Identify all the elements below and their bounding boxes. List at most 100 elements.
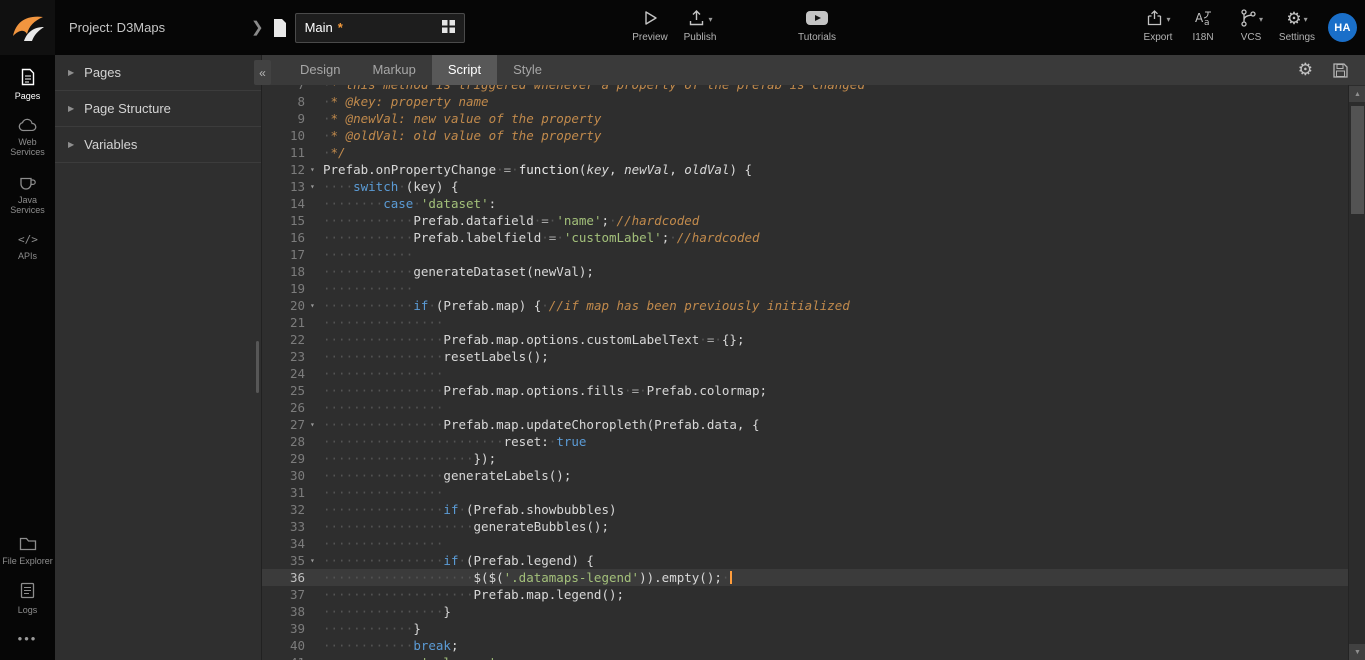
settings-button[interactable]: ⚙ ▾ Settings bbox=[1272, 8, 1322, 43]
code-line[interactable]: 28························reset:·true bbox=[262, 433, 1348, 450]
code-text: ················ bbox=[323, 535, 1348, 552]
code-editor-lines[interactable]: 7·* this method is triggered whenever a … bbox=[262, 85, 1348, 660]
scroll-up-button[interactable]: ▲ bbox=[1349, 86, 1365, 102]
gutter-spacer bbox=[308, 399, 323, 416]
code-line[interactable]: 10·* @oldVal: old value of the property bbox=[262, 127, 1348, 144]
code-line[interactable]: 16············Prefab.labelfield·=·'custo… bbox=[262, 229, 1348, 246]
code-line[interactable]: 33····················generateBubbles(); bbox=[262, 518, 1348, 535]
tab-script[interactable]: Script bbox=[432, 55, 497, 85]
code-line[interactable]: 8·* @key: property name bbox=[262, 93, 1348, 110]
code-line[interactable]: 22················Prefab.map.options.cus… bbox=[262, 331, 1348, 348]
code-text: ················resetLabels(); bbox=[323, 348, 1348, 365]
code-line[interactable]: 31················ bbox=[262, 484, 1348, 501]
rail-label: File Explorer bbox=[2, 556, 53, 566]
code-line[interactable]: 17············ bbox=[262, 246, 1348, 263]
youtube-icon bbox=[805, 9, 829, 30]
web-services-icon bbox=[18, 118, 38, 134]
i18n-button[interactable]: A a I18N bbox=[1182, 8, 1224, 43]
gutter-spacer bbox=[308, 93, 323, 110]
rail-label: APIs bbox=[18, 251, 37, 261]
export-button[interactable]: ▾ Export bbox=[1132, 8, 1184, 43]
code-line[interactable]: 15············Prefab.datafield·=·'name';… bbox=[262, 212, 1348, 229]
save-icon bbox=[1332, 62, 1349, 79]
sidebar-item-file-explorer[interactable]: File Explorer bbox=[0, 529, 55, 575]
editor-settings-button[interactable]: ⚙ bbox=[1298, 55, 1313, 85]
tab-design[interactable]: Design bbox=[284, 55, 356, 85]
tutorials-label: Tutorials bbox=[798, 32, 836, 43]
code-line[interactable]: 18············generateDataset(newVal); bbox=[262, 263, 1348, 280]
scrollbar-thumb[interactable] bbox=[1351, 106, 1364, 214]
code-text: ············Prefab.labelfield·=·'customL… bbox=[323, 229, 1348, 246]
code-text: ················ bbox=[323, 365, 1348, 382]
page-document-icon[interactable] bbox=[272, 18, 288, 38]
tab-style[interactable]: Style bbox=[497, 55, 558, 85]
fold-marker-icon[interactable]: ▾ bbox=[308, 416, 323, 433]
avatar[interactable]: HA bbox=[1328, 13, 1357, 42]
gutter-spacer bbox=[308, 467, 323, 484]
code-line[interactable]: 19············ bbox=[262, 280, 1348, 297]
more-dots-icon[interactable]: ••• bbox=[0, 623, 55, 660]
fold-marker-icon[interactable]: ▾ bbox=[308, 552, 323, 569]
code-line[interactable]: 38················} bbox=[262, 603, 1348, 620]
wavemaker-logo-icon bbox=[10, 12, 46, 44]
code-line[interactable]: 14········case·'dataset': bbox=[262, 195, 1348, 212]
code-line[interactable]: 23················resetLabels(); bbox=[262, 348, 1348, 365]
panel-section-pages[interactable]: ▶ Pages « bbox=[55, 55, 261, 91]
code-line[interactable]: 7·* this method is triggered whenever a … bbox=[262, 85, 1348, 93]
sidebar-item-pages[interactable]: Pages bbox=[0, 60, 55, 110]
vcs-button[interactable]: ▾ VCS bbox=[1226, 8, 1276, 43]
preview-button[interactable]: Preview bbox=[622, 8, 678, 43]
fold-marker-icon[interactable]: ▾ bbox=[308, 297, 323, 314]
code-line[interactable]: 34 ················ bbox=[262, 535, 1348, 552]
code-line[interactable]: 29····················}); bbox=[262, 450, 1348, 467]
code-line[interactable]: 37····················Prefab.map.legend(… bbox=[262, 586, 1348, 603]
project-label: Project: D3Maps bbox=[55, 0, 251, 55]
sidebar-item-apis[interactable]: </> APIs bbox=[0, 224, 55, 270]
page-tab-main[interactable]: Main * bbox=[295, 13, 465, 43]
rail-label: Pages bbox=[15, 91, 41, 101]
code-line[interactable]: 35▾················if·(Prefab.legend) { bbox=[262, 552, 1348, 569]
line-number: 34 bbox=[262, 535, 308, 552]
publish-button[interactable]: ▾ Publish bbox=[672, 8, 728, 43]
code-line[interactable]: 24················ bbox=[262, 365, 1348, 382]
line-number: 19 bbox=[262, 280, 308, 297]
code-line[interactable]: 21················ bbox=[262, 314, 1348, 331]
code-line[interactable]: 25················Prefab.map.options.fil… bbox=[262, 382, 1348, 399]
code-text: ····················Prefab.map.legend(); bbox=[323, 586, 1348, 603]
collapse-panel-button[interactable]: « bbox=[254, 60, 271, 85]
line-number: 15 bbox=[262, 212, 308, 229]
sidebar-item-logs[interactable]: Logs bbox=[0, 574, 55, 623]
panel-scrollbar-thumb[interactable] bbox=[256, 341, 259, 393]
sidebar-item-web-services[interactable]: Web Services bbox=[0, 110, 55, 166]
code-line[interactable]: 26················ bbox=[262, 399, 1348, 416]
line-number: 9 bbox=[262, 110, 308, 127]
panel-section-page-structure[interactable]: ▶ Page Structure bbox=[55, 91, 261, 127]
pages-grid-icon[interactable] bbox=[442, 20, 455, 36]
wavemaker-logo[interactable] bbox=[0, 0, 55, 55]
code-line[interactable]: 30················generateLabels(); bbox=[262, 467, 1348, 484]
code-line[interactable]: 39············} bbox=[262, 620, 1348, 637]
fold-marker-icon[interactable]: ▾ bbox=[308, 161, 323, 178]
panel-section-variables[interactable]: ▶ Variables bbox=[55, 127, 261, 163]
code-viewport[interactable]: 7·* this method is triggered whenever a … bbox=[262, 85, 1348, 660]
code-line[interactable]: 36····················$($('.datamaps-leg… bbox=[262, 569, 1348, 586]
tutorials-button[interactable]: Tutorials bbox=[786, 8, 848, 43]
sidebar-item-java-services[interactable]: Java Services bbox=[0, 166, 55, 224]
code-text: ·* this method is triggered whenever a p… bbox=[323, 85, 1348, 93]
script-editor[interactable]: 7·* this method is triggered whenever a … bbox=[262, 85, 1365, 660]
code-line[interactable]: 12▾Prefab.onPropertyChange·=·function(ke… bbox=[262, 161, 1348, 178]
scroll-down-button[interactable]: ▼ bbox=[1349, 644, 1365, 660]
fold-marker-icon[interactable]: ▾ bbox=[308, 178, 323, 195]
save-button[interactable] bbox=[1332, 55, 1349, 85]
code-line[interactable]: 27▾················Prefab.map.updateChor… bbox=[262, 416, 1348, 433]
code-line[interactable]: 32················if·(Prefab.showbubbles… bbox=[262, 501, 1348, 518]
code-line[interactable]: 9·* @newVal: new value of the property bbox=[262, 110, 1348, 127]
code-line[interactable]: 41········case·'colormap': bbox=[262, 654, 1348, 660]
editor-scrollbar[interactable]: ▲ ▼ bbox=[1348, 85, 1365, 660]
code-line[interactable]: 11·*/ bbox=[262, 144, 1348, 161]
tab-markup[interactable]: Markup bbox=[356, 55, 431, 85]
code-line[interactable]: 20▾············if·(Prefab.map) {·//if ma… bbox=[262, 297, 1348, 314]
code-line[interactable]: 40············break; bbox=[262, 637, 1348, 654]
file-explorer-icon bbox=[19, 537, 37, 553]
code-line[interactable]: 13▾····switch·(key) { bbox=[262, 178, 1348, 195]
